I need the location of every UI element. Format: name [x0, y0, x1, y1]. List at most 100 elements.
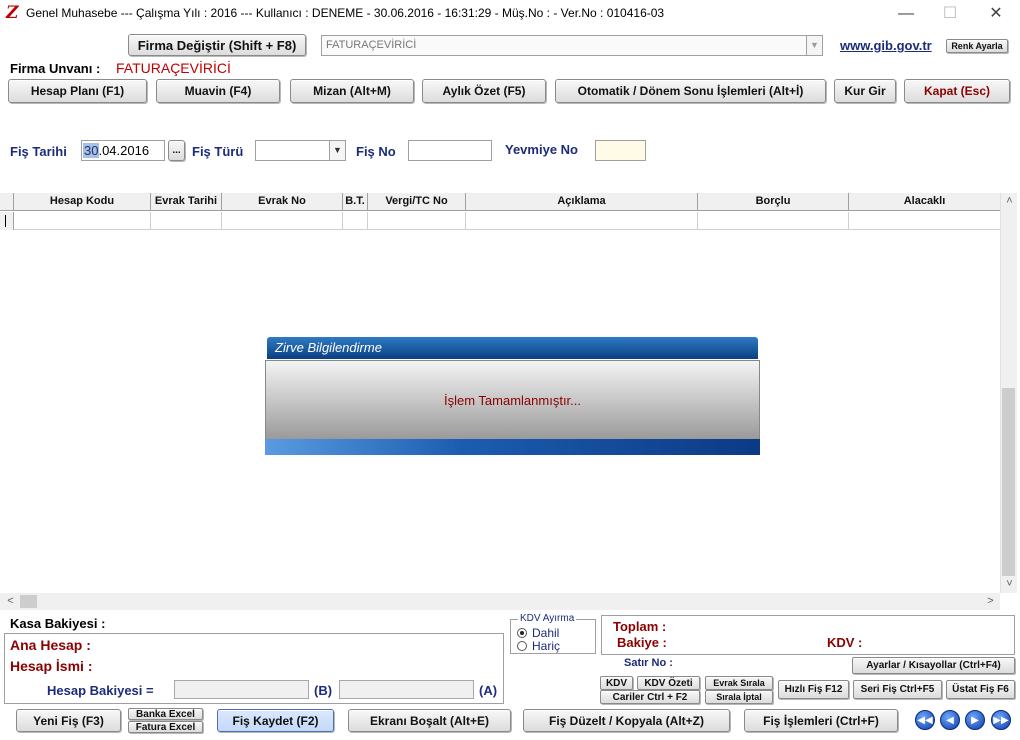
horizontal-scrollbar[interactable]: < > [0, 593, 1000, 610]
fis-tarihi-label: Fiş Tarihi [10, 144, 67, 159]
fis-turu-select[interactable]: ▼ [255, 140, 346, 161]
row-indicator [0, 212, 14, 230]
dialog-footer-bar [265, 439, 760, 455]
previous-record-icon[interactable]: ◀ [940, 710, 960, 730]
fatura-excel-button[interactable]: Fatura Excel [128, 721, 203, 733]
hesap-bakiyesi-b-field [174, 680, 309, 699]
firma-unvani-label: Firma Unvanı : [10, 61, 101, 76]
col-bt[interactable]: B.T. [343, 193, 368, 211]
banka-excel-button[interactable]: Banka Excel [128, 708, 203, 720]
gib-link[interactable]: www.gib.gov.tr [840, 38, 932, 53]
hizli-fis-button[interactable]: Hızlı Fiş F12 [778, 680, 849, 699]
fis-duzelt-kopyala-button[interactable]: Fiş Düzelt / Kopyala (Alt+Z) [523, 709, 730, 732]
cell-borclu[interactable] [698, 212, 849, 230]
yevmiye-no-label: Yevmiye No [505, 142, 578, 157]
app-logo-icon: Z [6, 3, 19, 23]
fis-no-input[interactable] [408, 140, 492, 161]
hesap-bakiyesi-a-field [339, 680, 474, 699]
kdv-total-label: KDV : [827, 635, 863, 650]
ekrani-bosalt-button[interactable]: Ekranı Boşalt (Alt+E) [348, 709, 511, 732]
first-record-icon[interactable]: ◀◀ [915, 710, 935, 730]
cell-alacakli[interactable] [849, 212, 1000, 230]
col-alacakli[interactable]: Alacaklı [849, 193, 1000, 211]
kdv-ozeti-button[interactable]: KDV Özeti [637, 676, 700, 690]
b-marker: (B) [314, 683, 333, 698]
hesap-ismi-label: Hesap İsmi : [10, 658, 93, 674]
kur-gir-button[interactable]: Kur Gir [834, 79, 896, 103]
aylik-ozet-button[interactable]: Aylık Özet (F5) [422, 79, 546, 103]
title-bar: Z Genel Muhasebe --- Çalışma Yılı : 2016… [0, 0, 1020, 28]
window-title: Genel Muhasebe --- Çalışma Yılı : 2016 -… [26, 6, 665, 20]
row-indicator-header [0, 193, 14, 211]
yevmiye-no-input[interactable] [595, 140, 646, 161]
table-row[interactable] [0, 212, 1000, 230]
kdv-button[interactable]: KDV [600, 676, 633, 690]
scroll-left-icon[interactable]: < [2, 593, 19, 610]
maximize-icon[interactable]: ☐ [928, 0, 972, 28]
grid-header: Hesap Kodu Evrak Tarihi Evrak No B.T. Ve… [0, 193, 1000, 211]
last-record-icon[interactable]: ▶▶ [991, 710, 1011, 730]
toplam-label: Toplam : [613, 619, 667, 634]
renk-ayarla-button[interactable]: Renk Ayarla [946, 39, 1008, 53]
dahil-radio[interactable]: Dahil [517, 626, 559, 640]
col-evrak-tarihi[interactable]: Evrak Tarihi [151, 193, 222, 211]
firma-degistir-button[interactable]: Firma Değiştir (Shift + F8) [128, 34, 306, 56]
seri-fis-button[interactable]: Seri Fiş Ctrl+F5 [853, 680, 942, 699]
haric-radio[interactable]: Hariç [517, 639, 560, 653]
fis-islemleri-button[interactable]: Fiş İşlemleri (Ctrl+F) [744, 709, 898, 732]
firma-unvani-value: FATURAÇEVİRİCİ [116, 60, 231, 76]
fis-no-label: Fiş No [356, 144, 396, 159]
chevron-down-icon[interactable]: ▼ [329, 141, 345, 160]
sirala-iptal-button[interactable]: Sırala İptal [705, 690, 773, 704]
haric-label: Hariç [532, 639, 561, 653]
cell-bt[interactable] [343, 212, 368, 230]
vertical-scroll-thumb[interactable] [1002, 388, 1015, 576]
firma-combo-value: FATURAÇEVİRİCİ [326, 39, 417, 51]
dialog-title: Zirve Bilgilendirme [267, 337, 758, 359]
firma-combo[interactable]: FATURAÇEVİRİCİ ▼ [321, 35, 823, 56]
cell-aciklama[interactable] [466, 212, 698, 230]
col-borclu[interactable]: Borçlu [698, 193, 849, 211]
date-picker-button[interactable]: ... [168, 140, 185, 161]
kasa-bakiyesi-label: Kasa Bakiyesi : [10, 616, 106, 631]
minimize-icon[interactable]: — [884, 0, 928, 28]
col-hesap-kodu[interactable]: Hesap Kodu [14, 193, 151, 211]
scroll-down-icon[interactable]: ˅ [1001, 576, 1018, 593]
ustat-fis-button[interactable]: Üstat Fiş F6 [946, 680, 1015, 699]
cell-hesap-kodu[interactable] [14, 212, 151, 230]
dahil-label: Dahil [532, 626, 560, 640]
scroll-up-icon[interactable]: ˄ [1001, 193, 1018, 210]
hesap-bakiyesi-label: Hesap Bakiyesi = [47, 683, 154, 698]
fis-kaydet-button[interactable]: Fiş Kaydet (F2) [217, 709, 334, 732]
col-vergi-tc-no[interactable]: Vergi/TC No [368, 193, 466, 211]
kapat-button[interactable]: Kapat (Esc) [904, 79, 1010, 103]
cariler-button[interactable]: Cariler Ctrl + F2 [600, 690, 700, 704]
cell-evrak-no[interactable] [222, 212, 343, 230]
radio-unchecked-icon[interactable] [517, 641, 527, 651]
ana-hesap-label: Ana Hesap : [10, 637, 91, 653]
fis-turu-label: Fiş Türü [192, 144, 244, 159]
cell-vergi-tc-no[interactable] [368, 212, 466, 230]
scroll-right-icon[interactable]: > [982, 593, 999, 610]
kdv-ayirma-label: KDV Ayırma [518, 613, 577, 624]
dialog-message: İşlem Tamamlanmıştır... [443, 392, 581, 408]
dialog-body: İşlem Tamamlanmıştır... [265, 360, 760, 440]
ayarlar-kisayollar-button[interactable]: Ayarlar / Kısayollar (Ctrl+F4) [852, 657, 1015, 674]
text-selection-highlight [83, 143, 99, 158]
col-evrak-no[interactable]: Evrak No [222, 193, 343, 211]
close-icon[interactable]: ✕ [974, 0, 1018, 28]
yeni-fis-button[interactable]: Yeni Fiş (F3) [16, 709, 121, 732]
hesap-plani-button[interactable]: Hesap Planı (F1) [8, 79, 147, 103]
mizan-button[interactable]: Mizan (Alt+M) [290, 79, 414, 103]
evrak-sirala-button[interactable]: Evrak Sırala [705, 676, 773, 690]
cell-evrak-tarihi[interactable] [151, 212, 222, 230]
chevron-down-icon[interactable]: ▼ [806, 36, 822, 55]
radio-checked-icon[interactable] [517, 628, 527, 638]
next-record-icon[interactable]: ▶ [965, 710, 985, 730]
col-aciklama[interactable]: Açıklama [466, 193, 698, 211]
satir-no-label: Satır No : [624, 657, 673, 669]
muavin-button[interactable]: Muavin (F4) [156, 79, 280, 103]
bakiye-label: Bakiye : [617, 635, 667, 650]
otomatik-donem-sonu-button[interactable]: Otomatik / Dönem Sonu İşlemleri (Alt+İ) [555, 79, 826, 103]
horizontal-scroll-thumb[interactable] [20, 595, 37, 608]
